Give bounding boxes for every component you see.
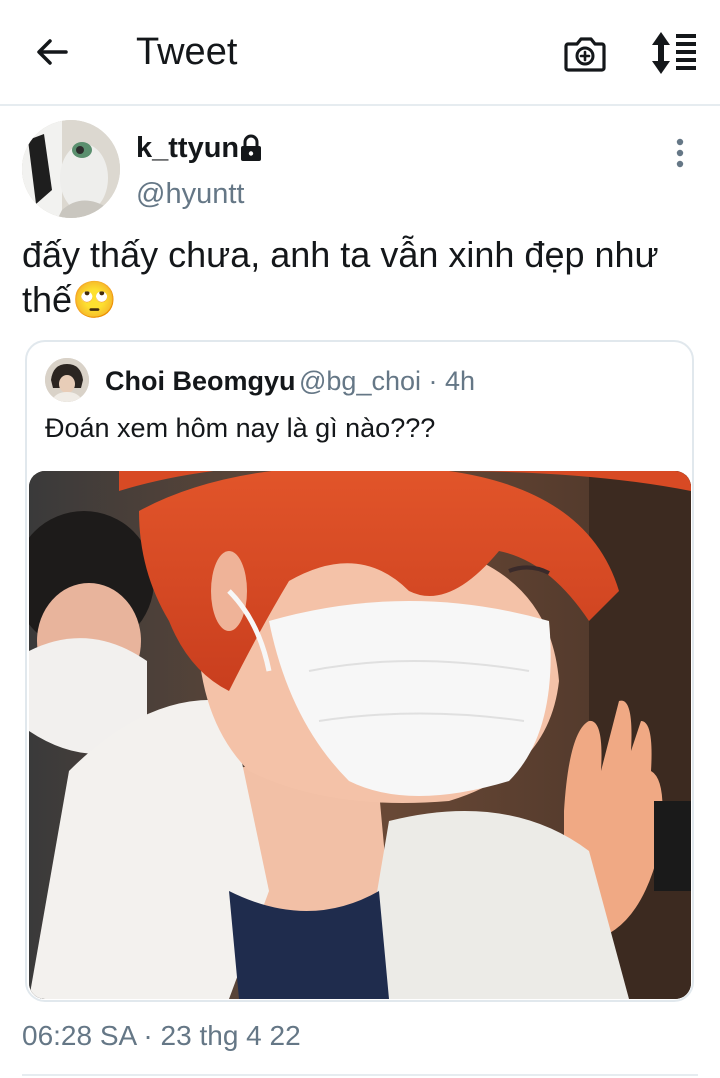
user-handle[interactable]: @hyuntt — [136, 176, 244, 212]
quoted-display-name[interactable]: Choi Beomgyu — [105, 364, 296, 398]
camera-plus-icon — [564, 37, 606, 72]
avatar-image — [22, 120, 120, 218]
more-vertical-icon — [676, 138, 684, 168]
quoted-avatar[interactable] — [45, 358, 89, 402]
top-bar: Tweet — [0, 0, 720, 106]
divider — [22, 1074, 698, 1076]
sort-lines-icon — [652, 32, 696, 74]
quoted-tweet-card[interactable]: Choi Beomgyu @bg_choi · 4h Đoán xem hôm … — [25, 340, 694, 1002]
page-title: Tweet — [136, 31, 238, 73]
tweet-timestamp: 06:28 SA · 23 thg 4 22 — [22, 1020, 301, 1051]
more-options-button[interactable] — [662, 134, 698, 174]
tweet-text: đấy thấy chưa, anh ta vẫn xinh đẹp như t… — [22, 234, 659, 320]
quoted-avatar-image — [45, 358, 89, 402]
photo-image — [29, 471, 691, 999]
quoted-media-image[interactable] — [29, 471, 691, 999]
back-button[interactable] — [30, 30, 74, 74]
sort-replies-button[interactable] — [648, 28, 700, 78]
arrow-left-icon — [37, 39, 68, 65]
quoted-tweet-text: Đoán xem hôm nay là gì nào??? — [45, 413, 436, 443]
camera-button[interactable] — [562, 30, 608, 76]
display-name[interactable]: k_ttyun — [136, 130, 239, 166]
quoted-handle-time: @bg_choi · 4h — [299, 366, 476, 396]
lock-icon — [236, 133, 266, 163]
avatar[interactable] — [22, 120, 120, 218]
